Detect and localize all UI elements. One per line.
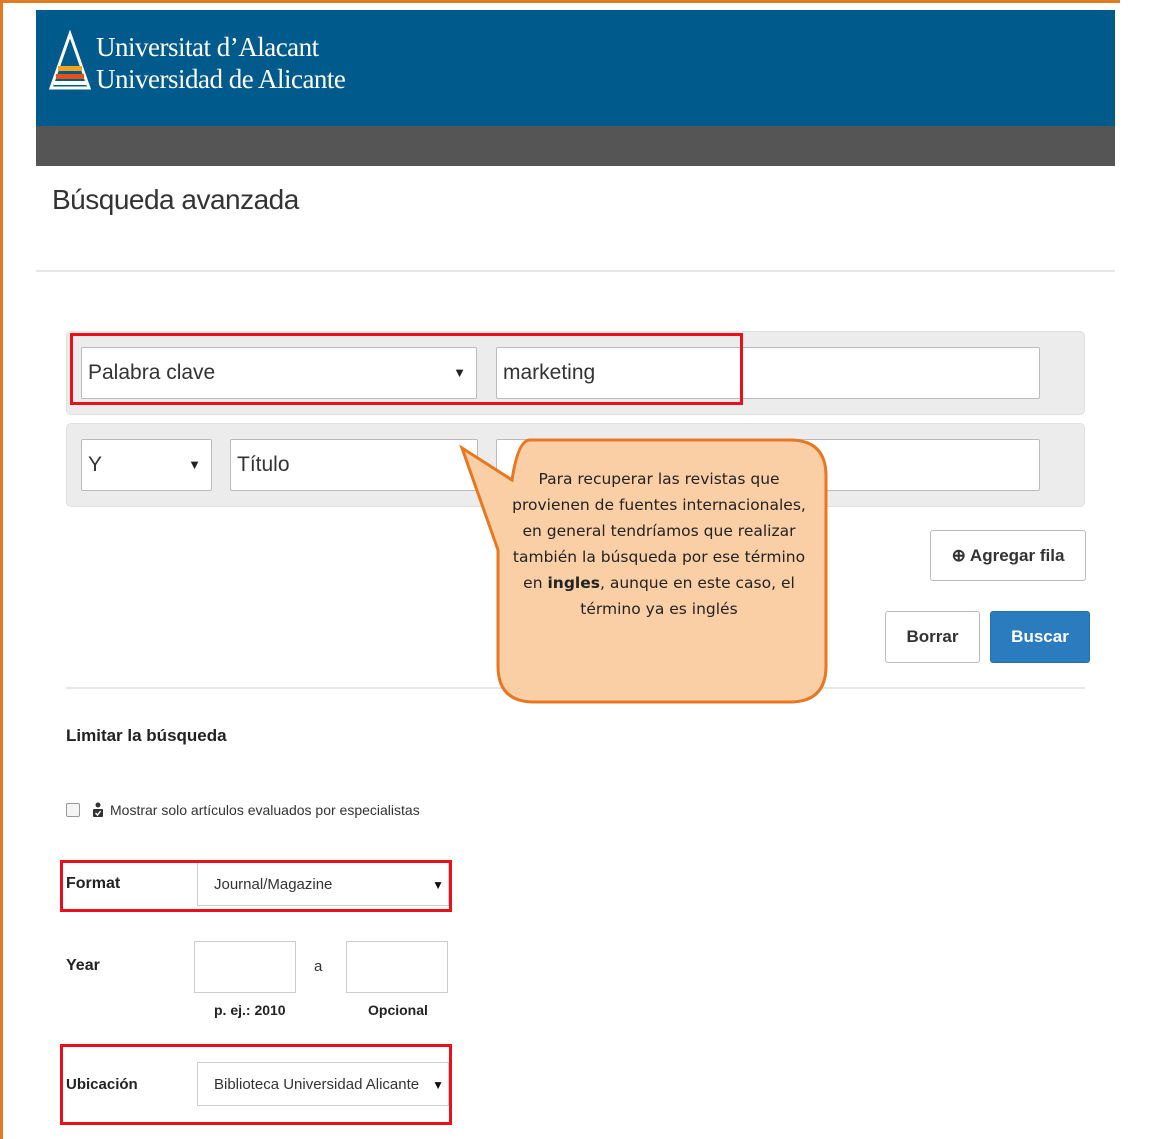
plus-circle-icon: ⊕ <box>951 546 966 565</box>
year-to-hint: Opcional <box>368 1002 428 1018</box>
operator-select[interactable]: Y ▼ <box>81 439 212 491</box>
year-label: Year <box>66 957 100 974</box>
dropdown-arrow-icon: ▼ <box>188 457 201 472</box>
year-from-hint: p. ej.: 2010 <box>214 1002 286 1018</box>
year-to-input[interactable] <box>346 941 448 993</box>
add-row-button[interactable]: ⊕ Agregar fila <box>930 530 1086 581</box>
limit-search-heading: Limitar la búsqueda <box>66 726 227 745</box>
university-logo-icon[interactable] <box>48 30 92 92</box>
brand-line-spanish[interactable]: Universidad de Alicante <box>96 64 346 94</box>
frame-top-border <box>0 0 1120 3</box>
callout-text: Para recuperar las revistas que proviene… <box>506 466 812 622</box>
peer-reviewed-label[interactable]: Mostrar solo artículos evaluados por esp… <box>110 802 420 818</box>
brand-line-catalan[interactable]: Universitat d’Alacant <box>96 32 319 62</box>
callout-text-after: , aunque en este caso, el término ya es … <box>580 574 795 618</box>
nav-bar <box>36 126 1115 166</box>
year-separator: a <box>314 958 323 975</box>
peer-review-icon <box>93 802 103 817</box>
highlight-format <box>60 860 452 912</box>
frame-left-border <box>0 0 3 1139</box>
site-header: Universitat d’Alacant Universidad de Ali… <box>36 10 1115 126</box>
field-select-2-value: Título <box>237 453 290 476</box>
highlight-location <box>60 1044 452 1125</box>
highlight-keyword-row <box>70 333 743 405</box>
operator-value: Y <box>88 453 103 476</box>
divider <box>36 270 1115 272</box>
divider <box>66 687 1085 689</box>
search-button[interactable]: Buscar <box>990 611 1090 663</box>
field-select-2[interactable]: Título <box>230 439 478 491</box>
year-from-input[interactable] <box>194 941 296 993</box>
add-row-label: Agregar fila <box>969 546 1065 565</box>
peer-reviewed-checkbox[interactable] <box>66 803 80 817</box>
page-title: Búsqueda avanzada <box>52 184 299 215</box>
clear-button[interactable]: Borrar <box>885 611 980 663</box>
callout-text-bold: ingles <box>547 574 600 592</box>
